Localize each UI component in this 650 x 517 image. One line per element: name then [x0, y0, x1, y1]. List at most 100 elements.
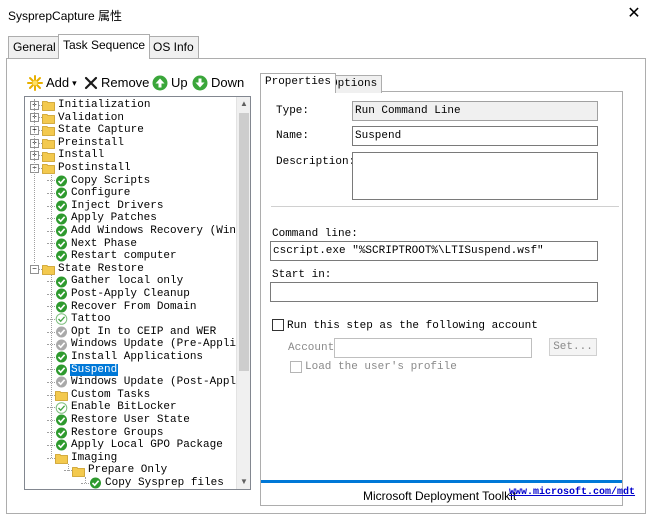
task-sequence-tree[interactable]: + Initialization + Validation + State Capture… [24, 96, 251, 490]
tree-item[interactable]: − Postinstall [30, 162, 132, 175]
window-title: SysprepCapture 属性 [8, 9, 123, 23]
folder-icon [42, 151, 55, 162]
check-icon [90, 477, 101, 489]
tree-item-label: Validation [58, 111, 125, 124]
tree-item[interactable]: Next Phase [47, 238, 138, 251]
tree-item-label: Gather local only [71, 275, 184, 288]
check-icon [56, 250, 67, 262]
account-label: Account: [288, 342, 341, 354]
folder-icon [72, 466, 85, 477]
sparkle-icon [27, 75, 43, 91]
tree-item-label: Windows Update (Pre-Application [71, 338, 250, 351]
tree-item[interactable]: Enable BitLocker [47, 401, 178, 414]
tab-os-info[interactable]: OS Info [148, 36, 199, 58]
tree-item[interactable]: Apply Local GPO Package [47, 439, 224, 452]
set-button[interactable]: Set... [549, 338, 597, 356]
check-icon [56, 439, 67, 451]
scroll-up-icon[interactable]: ▲ [237, 97, 251, 111]
tree-item[interactable]: Imaging [47, 452, 118, 465]
tree-item-label: Restore User State [71, 414, 190, 426]
check-icon [56, 364, 67, 376]
tree-item[interactable]: Apply Patches [47, 212, 158, 225]
check-icon [56, 276, 67, 288]
add-label: Add [46, 75, 70, 90]
footer-brand: Microsoft Deployment Toolkit [363, 489, 517, 503]
check-icon [56, 427, 67, 439]
tree-item[interactable]: Tattoo [47, 313, 112, 326]
tree-guide-line [34, 99, 35, 263]
tree-item[interactable]: Recover From Domain [47, 301, 197, 314]
remove-button[interactable]: Remove [84, 73, 149, 93]
name-input[interactable]: Suspend [352, 126, 598, 146]
tree-item[interactable]: Copy Sysprep files [81, 477, 225, 489]
tree-item-label: Apply Patches [71, 212, 157, 225]
command-line-input[interactable]: cscript.exe "%SCRIPTROOT%\LTISuspend.wsf… [270, 241, 598, 261]
tree-item[interactable]: + Validation [30, 112, 125, 125]
run-as-checkbox[interactable] [272, 319, 284, 331]
tree-item[interactable]: Windows Update (Pre-Application [47, 338, 250, 351]
tree-item-label: State Capture [58, 124, 144, 137]
tab-general[interactable]: General [8, 36, 61, 58]
tree-item[interactable]: + Install [30, 149, 105, 162]
tree-item[interactable]: Add Windows Recovery (WinRE) [47, 225, 251, 238]
check-gray-icon [56, 339, 67, 351]
tree-item[interactable]: Restart computer [47, 250, 178, 263]
collapse-icon[interactable]: − [30, 264, 39, 274]
tree-item[interactable]: Gather local only [47, 275, 184, 288]
tree-item-label: State Restore [58, 262, 144, 275]
folder-icon [42, 113, 55, 124]
folder-icon [42, 101, 55, 112]
run-as-label: Run this step as the following account [287, 320, 538, 332]
tree-item[interactable]: Post-Apply Cleanup [47, 288, 191, 301]
scroll-thumb[interactable] [239, 113, 249, 371]
tab-properties[interactable]: Properties [260, 73, 337, 93]
tree-item[interactable]: Restore User State [47, 414, 191, 427]
tab-task-sequence[interactable]: Task Sequence [58, 34, 151, 59]
account-input[interactable] [334, 338, 532, 358]
tree-guide-line [68, 464, 69, 471]
load-profile-checkbox[interactable] [290, 361, 302, 373]
up-button[interactable]: Up [152, 73, 188, 93]
folder-icon [42, 139, 55, 149]
add-button[interactable]: Add ▾ [27, 73, 77, 93]
tree-item-label: Initialization [58, 99, 151, 111]
tree-item[interactable]: Install Applications [47, 351, 204, 364]
tree-item-label: Suspend [70, 363, 119, 377]
tree-item[interactable]: Restore Groups [47, 427, 164, 440]
start-in-input[interactable] [270, 282, 598, 302]
tree-item-label: Postinstall [58, 162, 131, 174]
tree-item[interactable]: Windows Update (Post-Applicati [47, 376, 250, 389]
tree-scrollbar[interactable]: ▲ ▼ [236, 97, 250, 489]
check-icon [56, 414, 67, 426]
separator [271, 206, 619, 207]
check-icon [56, 351, 67, 363]
remove-label: Remove [101, 75, 150, 90]
tree-item-label: Imaging [71, 451, 118, 464]
tree-item[interactable]: Custom Tasks [47, 389, 151, 402]
tree-item[interactable]: + State Capture [30, 124, 145, 137]
description-input[interactable] [352, 152, 598, 200]
tree-item[interactable]: Copy Scripts [47, 175, 151, 188]
tree-item-label: Recover From Domain [71, 300, 197, 313]
down-button[interactable]: Down [192, 73, 244, 93]
tree-item-label: Restore Groups [71, 426, 164, 439]
tree-item-label: Prepare Only [88, 464, 168, 477]
tree-item[interactable]: Configure [47, 187, 131, 200]
tree-item-label: Next Phase [71, 237, 138, 250]
tree-item[interactable]: Opt In to CEIP and WER [47, 326, 217, 339]
scroll-down-icon[interactable]: ▼ [237, 475, 251, 489]
tree-item[interactable]: + Preinstall [30, 137, 125, 150]
tree-guide-line [85, 477, 86, 484]
tree-item[interactable]: + Initialization [30, 99, 151, 112]
tree-item-label: Install Applications [71, 351, 204, 363]
tree-item[interactable]: Suspend [47, 363, 119, 377]
check-icon [56, 200, 67, 212]
tree-guide-line [51, 174, 52, 257]
mdt-link[interactable]: www.microsoft.com/mdt [509, 487, 635, 498]
tree-item[interactable]: − State Restore [30, 263, 145, 276]
close-icon[interactable]: ✕ [622, 3, 646, 25]
tree-item[interactable]: Prepare Only [64, 464, 168, 477]
check-icon [56, 175, 67, 187]
tree-item-label: Add Windows Recovery (WinRE) [71, 225, 251, 237]
tree-item[interactable]: Inject Drivers [47, 200, 164, 213]
